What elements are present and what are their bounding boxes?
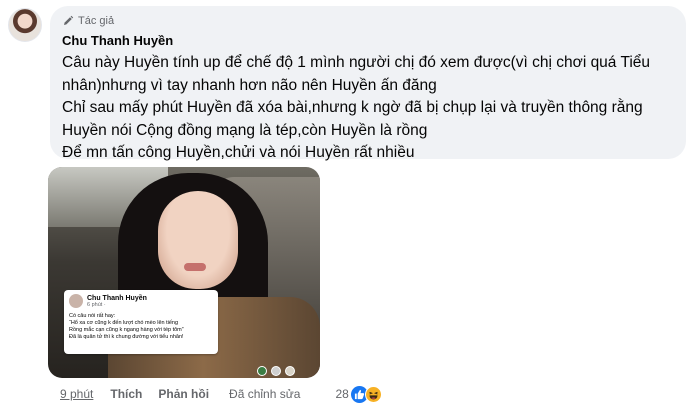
screenshot-line: Rồng mắc cạn cũng k ngang hàng với tép t… xyxy=(69,327,184,333)
reply-button[interactable]: Phản hồi xyxy=(158,387,209,401)
haha-emoji-icon[interactable] xyxy=(364,385,382,403)
comment-line: Chỉ sau mấy phút Huyền đã xóa bài,nhưng … xyxy=(62,99,643,116)
commenter-avatar[interactable] xyxy=(8,8,42,42)
screenshot-author: Chu Thanh Huyền xyxy=(87,294,147,302)
screenshot-avatar xyxy=(69,294,83,308)
comment-bubble: Tác giả Chu Thanh Huyền Câu này Huyền tí… xyxy=(50,6,686,161)
screenshot-line: “Hổ xa cơ cũng k đến lượt chó mèo lên ti… xyxy=(69,320,179,326)
screenshot-line: Có câu nói rất hay: xyxy=(69,313,116,319)
person-lips xyxy=(184,263,206,271)
reaction-dot xyxy=(285,366,295,376)
screenshot-time: 6 phút · xyxy=(87,301,106,308)
comment-text: Câu này Huyền tính up để chế độ 1 mình n… xyxy=(62,52,674,165)
comment-timestamp-link[interactable]: 9 phút xyxy=(60,387,93,401)
reaction-dot xyxy=(257,366,267,376)
comment-line: nhân)nhưng vì tay nhanh hơn não nên Huyề… xyxy=(62,76,437,94)
attached-photo[interactable]: Chu Thanh Huyền 6 phút · Có câu nói rất … xyxy=(48,167,320,378)
screenshot-line: Đã là quân tử thì k chung đường với tiểu… xyxy=(69,334,184,340)
comment-actions: 9 phút Thích Phản hồi Đã chỉnh sửa 28 xyxy=(60,385,382,403)
person-face xyxy=(158,191,238,289)
like-button[interactable]: Thích xyxy=(110,387,142,401)
author-badge: Tác giả xyxy=(62,14,674,28)
comment-line: Huyền nói Cộng đồng mạng là tép,còn Huyề… xyxy=(62,121,428,139)
reaction-count[interactable]: 28 xyxy=(335,387,348,401)
author-name[interactable]: Chu Thanh Huyền xyxy=(62,32,674,50)
embedded-post-screenshot: Chu Thanh Huyền 6 phút · Có câu nói rất … xyxy=(64,290,218,354)
edited-label[interactable]: Đã chỉnh sửa xyxy=(229,387,300,401)
author-badge-label: Tác giả xyxy=(78,15,115,27)
comment-line: Để mn tấn công Huyền,chửi và nói Huyền r… xyxy=(62,144,415,161)
screenshot-reaction-dots xyxy=(257,366,295,376)
pen-icon xyxy=(64,15,74,25)
reaction-dot xyxy=(271,366,281,376)
comment-line: Câu này Huyền tính up để chế độ 1 mình n… xyxy=(62,54,651,71)
